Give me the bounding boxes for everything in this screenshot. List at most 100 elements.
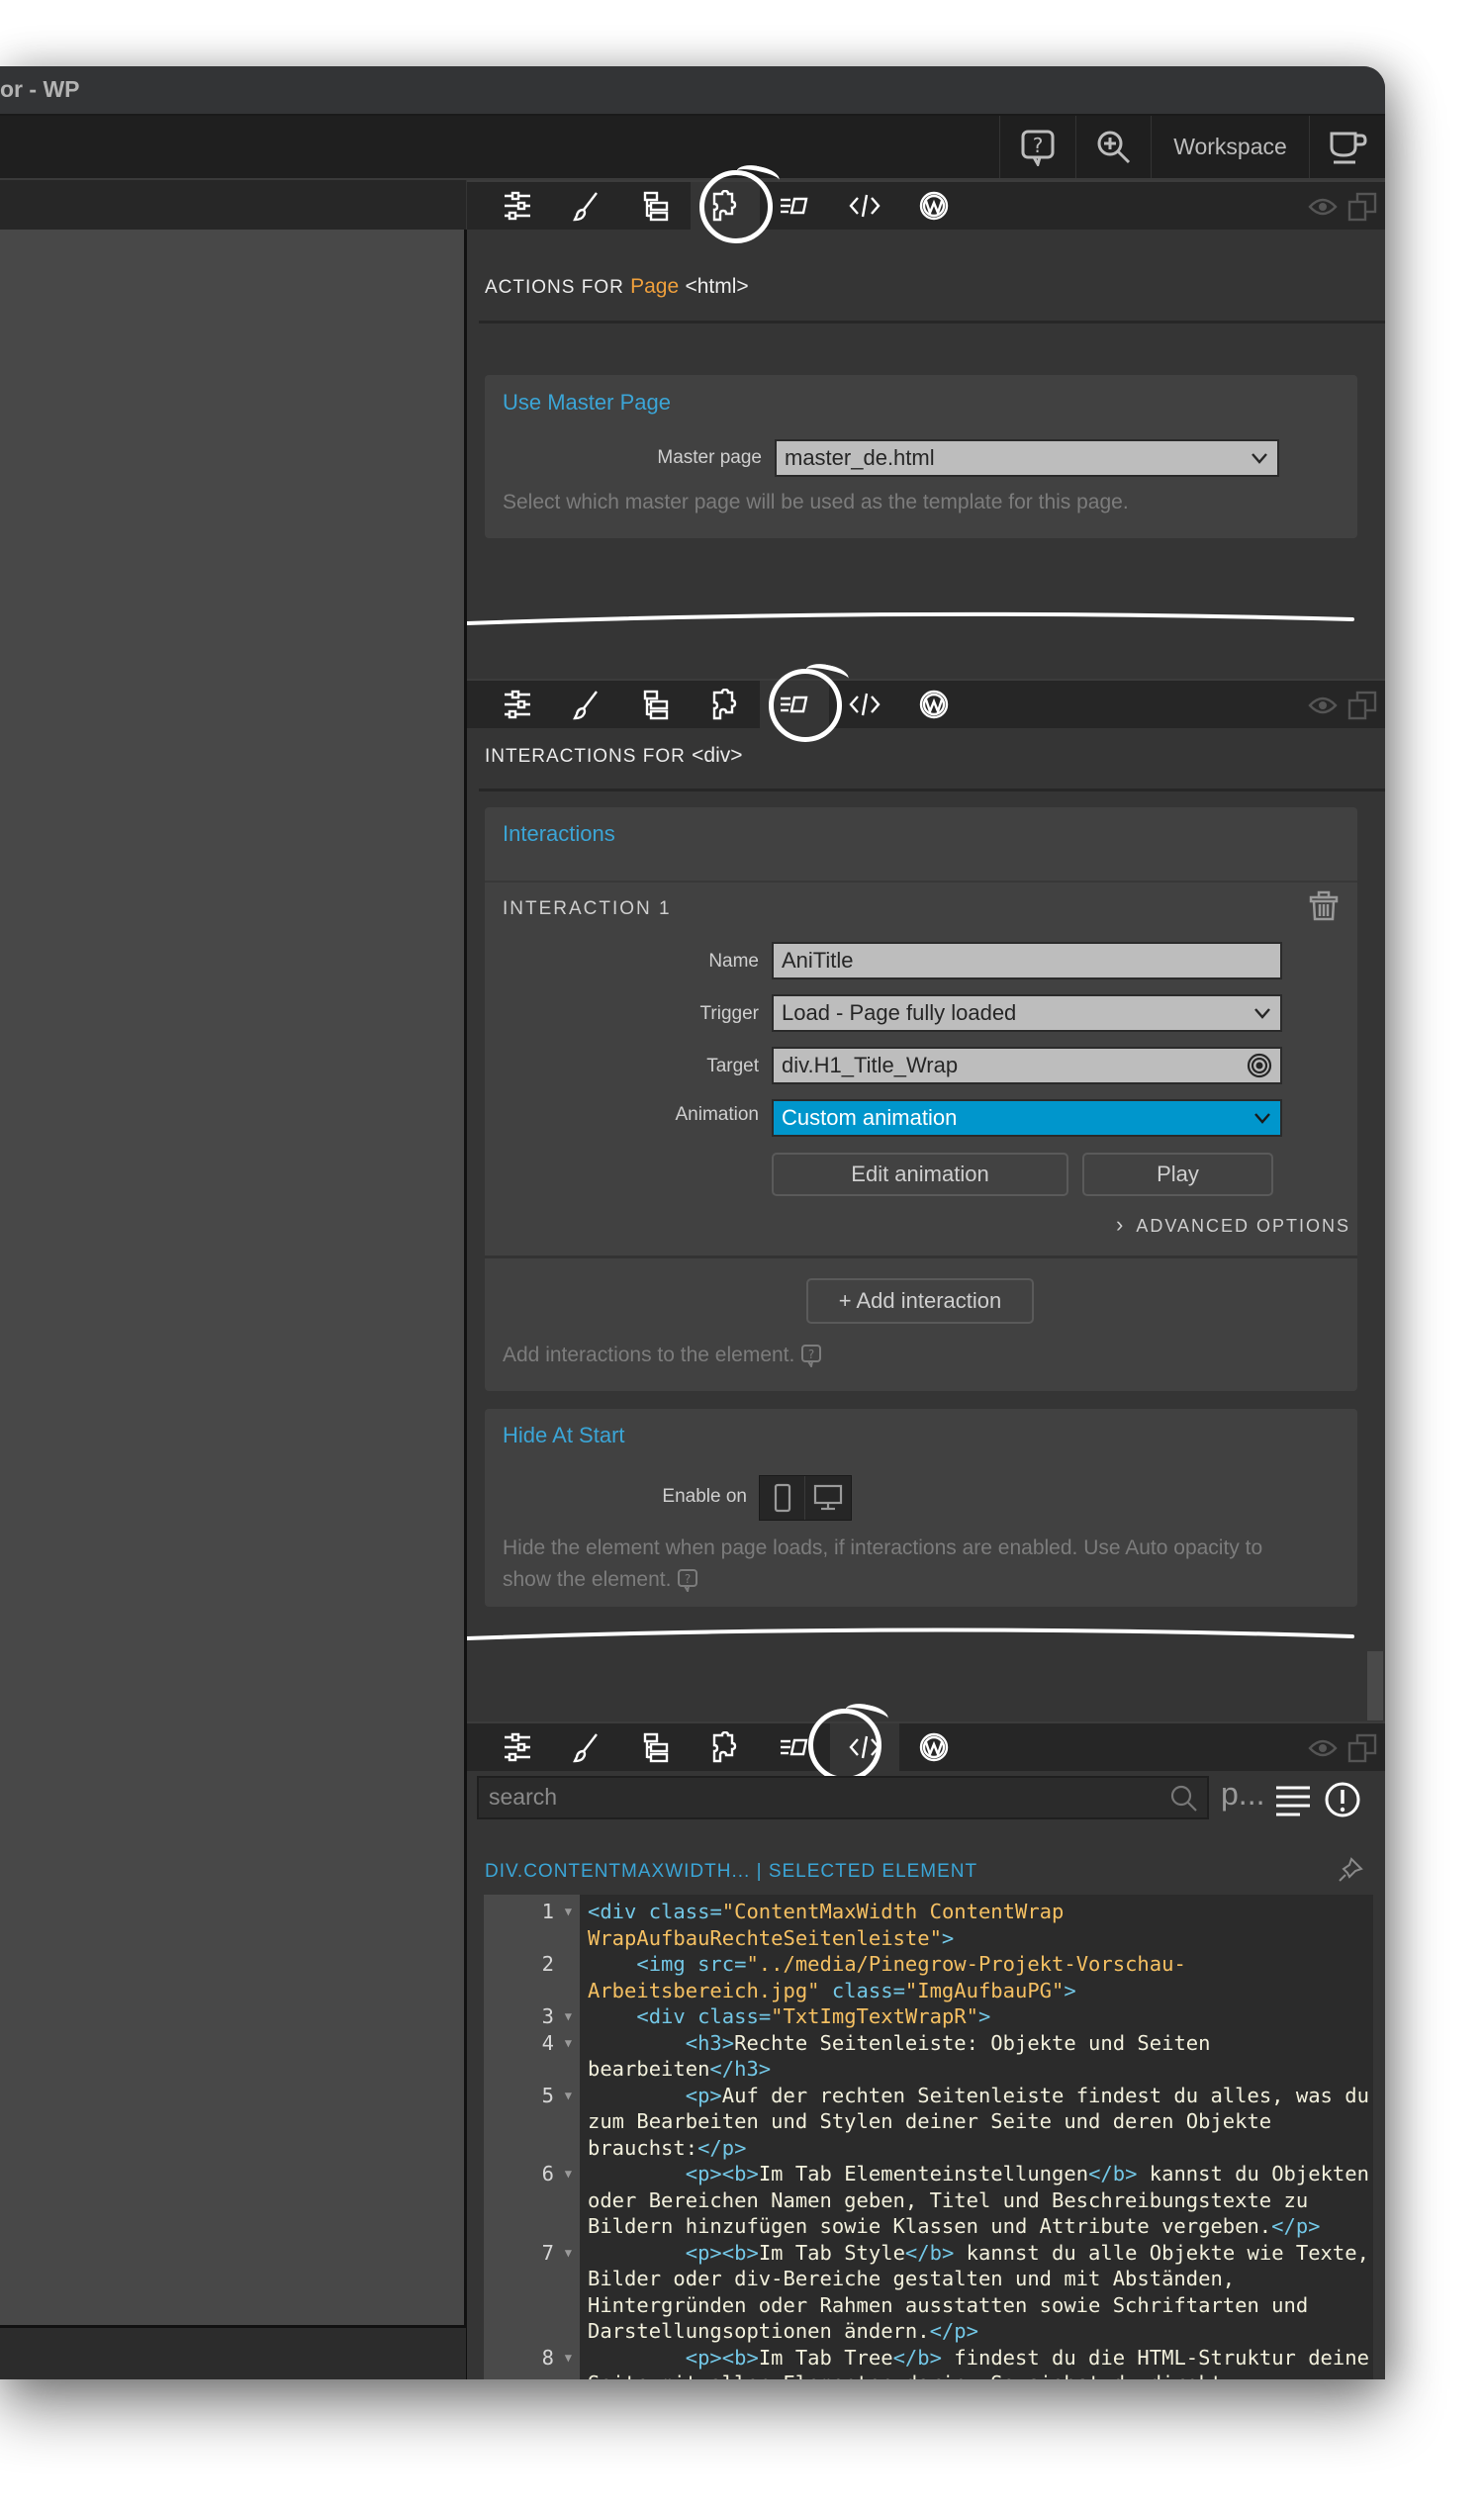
tab-bar-tools <box>1308 1733 1377 1763</box>
tab-bar-code <box>467 1721 1385 1771</box>
hide-at-start-hint: Hide the element when page loads, if int… <box>503 1536 1263 1595</box>
code-line[interactable]: 5 ▼ <p>Auf der rechten Seitenleiste finde… <box>484 2083 1373 2162</box>
master-page-select[interactable]: master_de.html <box>775 439 1279 477</box>
tab-element-settings[interactable] <box>483 182 552 230</box>
svg-text:?: ? <box>808 1348 814 1361</box>
tab-actions[interactable] <box>691 1723 760 1771</box>
add-interaction-button[interactable]: + Add interaction <box>806 1278 1034 1324</box>
code-line[interactable]: 7 ▼ <p><b>Im Tab Style</b> kannst du alle… <box>484 2240 1373 2345</box>
card-divider <box>485 1256 1357 1258</box>
breadcrumb-element[interactable]: DIV.CONTENTMAXWIDTH... <box>485 1861 750 1882</box>
zoom-button[interactable] <box>1075 116 1151 178</box>
tab-style[interactable] <box>552 681 621 728</box>
fold-arrow-icon[interactable]: ▼ <box>565 2030 572 2057</box>
workspace-button[interactable]: Workspace <box>1151 116 1309 178</box>
target-input[interactable]: div.H1_Title_Wrap <box>772 1047 1282 1084</box>
tab-code[interactable] <box>830 182 899 230</box>
desktop-icon <box>813 1484 843 1511</box>
warning-icon[interactable] <box>1324 1781 1361 1818</box>
mobile-toggle[interactable] <box>760 1476 805 1520</box>
tab-tree[interactable] <box>621 681 691 728</box>
desktop-toggle[interactable] <box>805 1476 851 1520</box>
pin-icon[interactable] <box>1338 1857 1363 1883</box>
coffee-button[interactable] <box>1309 116 1385 178</box>
code-line[interactable]: 4 ▼ <h3>Rechte Seitenleiste: Objekte und … <box>484 2030 1373 2083</box>
title-bar: or - WP <box>0 66 1385 116</box>
fold-arrow-icon[interactable]: ▼ <box>565 2083 572 2109</box>
fold-arrow-icon[interactable]: ▼ <box>565 2345 572 2372</box>
code-editor[interactable]: 1 ▼ <div class="ContentMaxWidth ContentWra… <box>484 1895 1373 2379</box>
tab-code[interactable] <box>830 681 899 728</box>
code-line[interactable]: 1 ▼ <div class="ContentMaxWidth ContentWra… <box>484 1899 1373 1951</box>
wrap-lines-icon[interactable] <box>1274 1785 1312 1818</box>
tab-actions[interactable] <box>691 182 760 230</box>
advanced-options-toggle[interactable]: › ADVANCED OPTIONS <box>1116 1212 1350 1238</box>
code-text: <p><b>Im Tab Tree</b> findest du die HTM… <box>588 2345 1369 2380</box>
tab-code[interactable] <box>830 1723 899 1771</box>
edit-animation-button[interactable]: Edit animation <box>772 1153 1068 1196</box>
help-button[interactable]: ? <box>999 116 1075 178</box>
tab-tree[interactable] <box>621 182 691 230</box>
fold-arrow-icon[interactable]: ▼ <box>565 2240 572 2267</box>
code-search[interactable] <box>477 1776 1209 1819</box>
fold-arrow-icon[interactable]: ▼ <box>565 2003 572 2030</box>
animation-select[interactable]: Custom animation <box>772 1099 1282 1137</box>
tab-wordpress[interactable] <box>899 182 969 230</box>
target-picker-icon[interactable] <box>1247 1053 1272 1078</box>
search-icon[interactable] <box>1169 1784 1199 1814</box>
tab-wordpress[interactable] <box>899 1723 969 1771</box>
annotation-stroke <box>467 611 1354 625</box>
help-bubble-icon[interactable]: ? <box>800 1344 822 1370</box>
line-number: 4 ▼ <box>541 2030 572 2057</box>
actions-heading: ACTIONS FOR Page <html> <box>485 275 749 298</box>
chevron-right-icon: › <box>1116 1212 1124 1237</box>
brush-icon <box>573 192 598 222</box>
fold-arrow-icon[interactable]: ▼ <box>565 2161 572 2187</box>
right-sidebar: ACTIONS FOR Page <html> Use Master Page … <box>467 170 1385 2379</box>
interactions-heading: INTERACTIONS FOR <div> <box>485 744 743 767</box>
trigger-select[interactable]: Load - Page fully loaded <box>772 994 1282 1032</box>
scrollbar-thumb[interactable] <box>1367 1651 1383 1720</box>
fold-arrow-icon[interactable]: ▼ <box>565 1899 572 1925</box>
code-line[interactable]: 6 ▼ <p><b>Im Tab Elementeinstellungen</b>… <box>484 2161 1373 2240</box>
code-text: <p><b>Im Tab Elementeinstellungen</b> ka… <box>588 2162 1369 2238</box>
code-line[interactable]: 2 <img src="../media/Pinegrow-Projekt-Vo… <box>484 1951 1373 2003</box>
help-bubble-icon[interactable]: ? <box>677 1568 698 1595</box>
tab-element-settings[interactable] <box>483 681 552 728</box>
eye-icon[interactable] <box>1308 695 1338 716</box>
eye-icon[interactable] <box>1308 196 1338 218</box>
tab-element-settings[interactable] <box>483 1723 552 1771</box>
tab-style[interactable] <box>552 1723 621 1771</box>
eye-icon[interactable] <box>1308 1737 1338 1759</box>
tab-interactions[interactable] <box>760 1723 829 1771</box>
tab-wordpress[interactable] <box>899 681 969 728</box>
annotation-stroke <box>467 1628 1354 1640</box>
tab-style[interactable] <box>552 182 621 230</box>
code-search-input[interactable] <box>489 1784 1161 1811</box>
puzzle-icon <box>712 689 737 720</box>
heading-divider <box>479 789 1385 791</box>
tab-tree[interactable] <box>621 1723 691 1771</box>
page-canvas[interactable] <box>0 180 467 2379</box>
play-button[interactable]: Play <box>1082 1153 1273 1196</box>
tab-interactions[interactable] <box>760 182 829 230</box>
trash-icon[interactable] <box>1309 890 1339 922</box>
code-icon <box>849 1735 881 1759</box>
code-line[interactable]: 3 ▼ <div class="TxtImgTextWrapR"> <box>484 2003 1373 2030</box>
detach-panel-icon[interactable] <box>1347 691 1377 720</box>
line-number: 3 ▼ <box>541 2003 572 2030</box>
detach-panel-icon[interactable] <box>1347 1733 1377 1763</box>
tab-interactions[interactable] <box>760 681 829 728</box>
detach-panel-icon[interactable] <box>1347 192 1377 222</box>
paragraph-filter-button[interactable]: p... <box>1221 1776 1264 1813</box>
puzzle-icon <box>712 190 737 222</box>
name-input[interactable]: AniTitle <box>772 942 1282 979</box>
hide-at-start-card: Hide At Start Enable on Hide the element… <box>485 1409 1357 1607</box>
line-number: 1 ▼ <box>541 1899 572 1925</box>
code-breadcrumb: DIV.CONTENTMAXWIDTH... | SELECTED ELEMEN… <box>485 1861 978 1882</box>
code-text: <h3>Rechte Seitenleiste: Objekte und Sei… <box>588 2030 1223 2082</box>
code-line[interactable]: 8 ▼ <p><b>Im Tab Tree</b> findest du die … <box>484 2345 1373 2380</box>
chevron-down-icon <box>1254 1113 1270 1124</box>
tab-actions[interactable] <box>691 681 760 728</box>
tab-bar-actions <box>467 180 1385 230</box>
